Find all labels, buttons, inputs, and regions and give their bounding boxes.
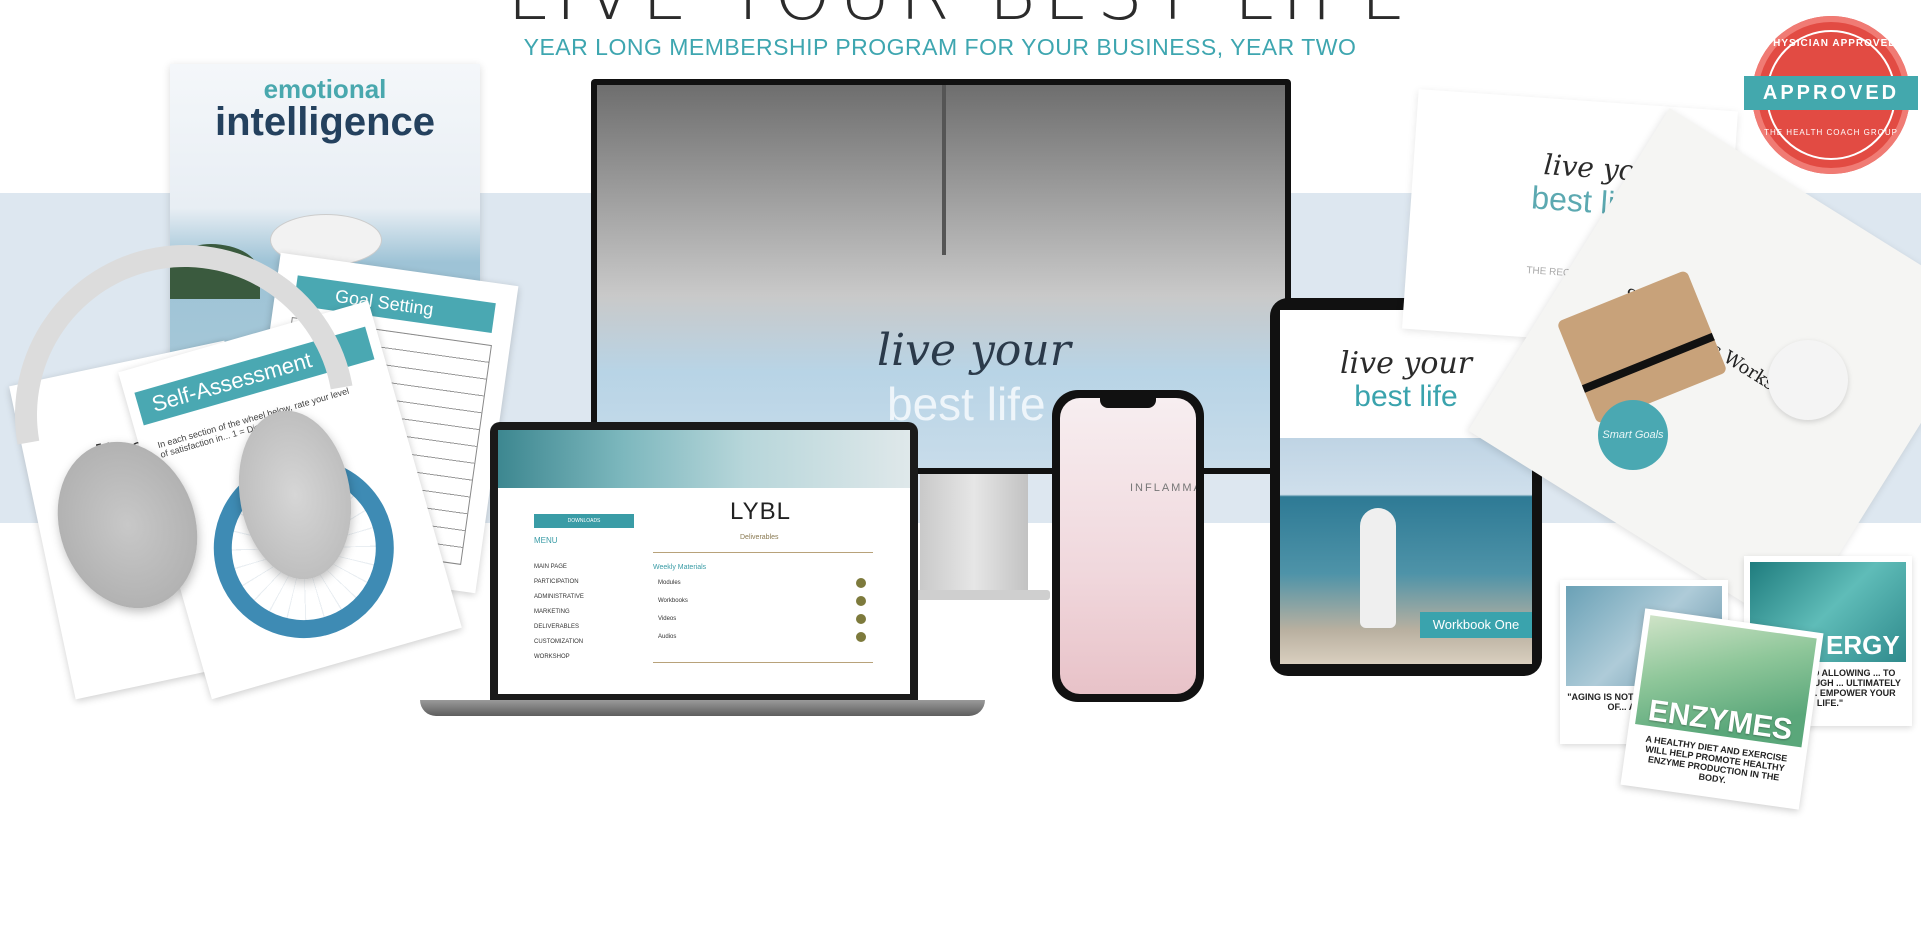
page-subheadline: YEAR LONG MEMBERSHIP PROGRAM FOR YOUR BU… <box>523 34 1357 60</box>
menu-item-deliverables[interactable]: DELIVERABLES <box>534 624 579 630</box>
menu-item-administrative[interactable]: ADMINISTRATIVE <box>534 594 584 600</box>
downloads-button[interactable]: DOWNLOADS <box>534 514 634 528</box>
menu-label: MENU <box>534 536 558 545</box>
phone-notch <box>1100 398 1156 408</box>
notebook-strap <box>1581 332 1715 393</box>
lybl-logo: LYBL <box>730 498 791 525</box>
phone-screen: INFLAMMA <box>1060 398 1196 694</box>
row-workbooks[interactable]: Workbooks <box>658 598 688 604</box>
smartphone: INFLAMMA <box>1052 390 1204 702</box>
page-headline: LIVE YOUR BEST LIFE <box>0 0 1921 36</box>
menu-item-customization[interactable]: CUSTOMIZATION <box>534 639 583 645</box>
tablet-screen: live your best life Workbook One <box>1280 310 1532 664</box>
smart-goals-sticker: Smart Goals <box>1598 400 1668 470</box>
open-icon[interactable] <box>856 632 866 642</box>
laptop-screen: DOWNLOADS MENU MAIN PAGE PARTICIPATION A… <box>498 430 910 694</box>
open-icon[interactable] <box>856 578 866 588</box>
menu-item-main-page[interactable]: MAIN PAGE <box>534 564 567 570</box>
tablet: live your best life Workbook One <box>1270 298 1542 676</box>
enzymes-card: ENZYMES A HEALTHY DIET AND EXERCISE WILL… <box>1620 608 1824 810</box>
badge-ribbon: APPROVED <box>1744 76 1918 110</box>
badge-bottom-text: THE HEALTH COACH GROUP <box>1764 128 1898 137</box>
book-title-line2: intelligence <box>214 100 436 144</box>
row-modules[interactable]: Modules <box>658 580 681 586</box>
phone-label: INFLAMMA <box>1130 482 1196 494</box>
weekly-materials-label: Weekly Materials <box>653 564 707 571</box>
flower-bowl <box>1768 340 1848 420</box>
open-icon[interactable] <box>856 614 866 624</box>
badge-top-text: PHYSICIAN APPROVED <box>1765 38 1897 49</box>
woman-figure <box>1360 508 1396 628</box>
energy-title: ERGY <box>1826 630 1900 660</box>
workbook-tag: Workbook One <box>1420 612 1532 638</box>
monitor-stand-base <box>900 590 1050 600</box>
divider <box>653 552 873 553</box>
laptop: DOWNLOADS MENU MAIN PAGE PARTICIPATION A… <box>490 422 918 702</box>
row-audios[interactable]: Audios <box>658 634 676 640</box>
menu-item-workshop[interactable]: WORKSHOP <box>534 654 570 660</box>
laptop-header-photo <box>498 430 910 488</box>
curtain-split <box>942 85 946 255</box>
approved-badge: PHYSICIAN APPROVED APPROVED THE HEALTH C… <box>1744 16 1918 174</box>
laptop-base <box>420 700 985 716</box>
monitor-script: live your <box>877 325 1071 376</box>
open-icon[interactable] <box>856 596 866 606</box>
monitor-stand <box>920 474 1028 594</box>
tablet-script: live your <box>1339 346 1473 381</box>
menu-item-marketing[interactable]: MARKETING <box>534 609 570 615</box>
section-title: Deliverables <box>740 534 779 541</box>
divider <box>653 662 873 663</box>
menu-item-participation[interactable]: PARTICIPATION <box>534 579 579 585</box>
row-videos[interactable]: Videos <box>658 616 676 622</box>
